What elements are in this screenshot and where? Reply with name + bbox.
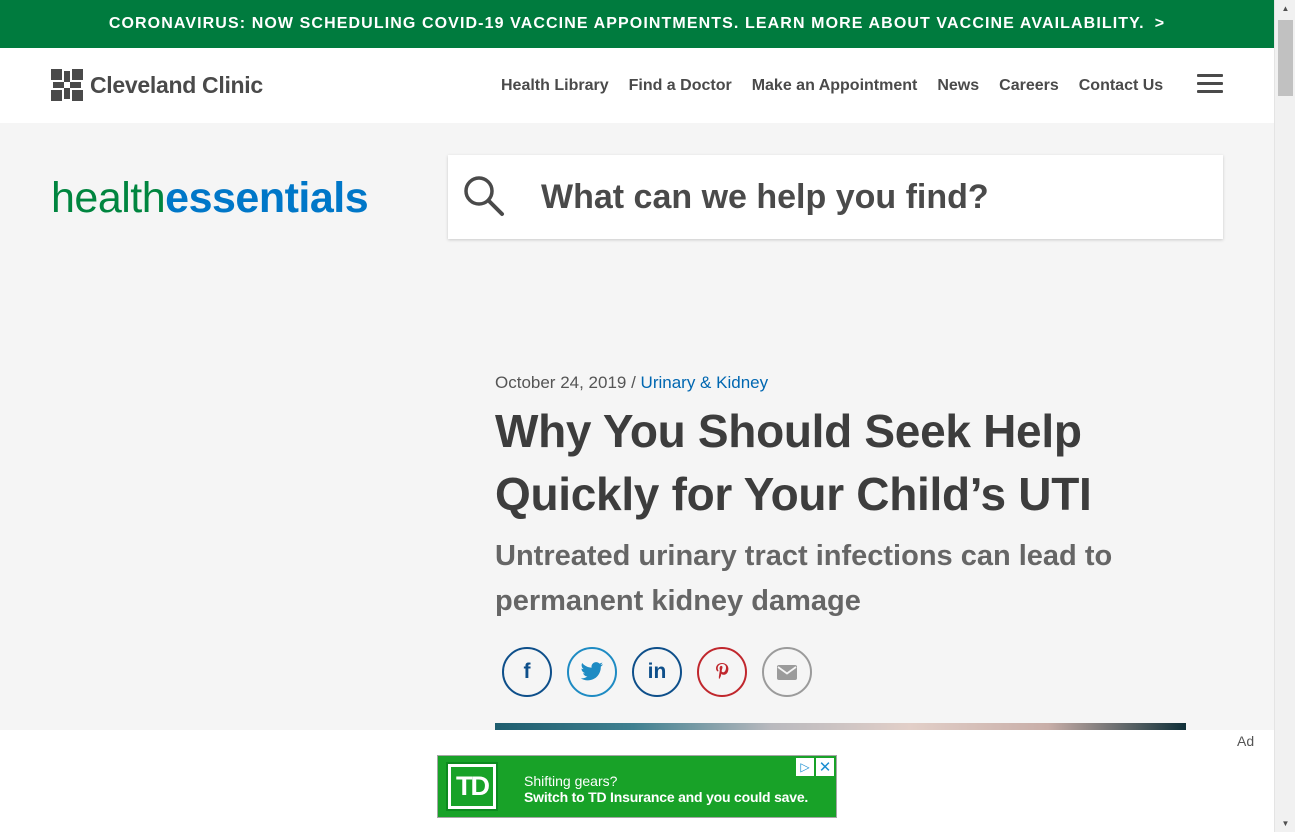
ad-headline: Shifting gears?: [524, 773, 618, 789]
facebook-icon: f: [523, 660, 531, 683]
nav-health-library[interactable]: Health Library: [501, 77, 609, 95]
covid-banner-text[interactable]: CORONAVIRUS: NOW SCHEDULING COVID-19 VAC…: [109, 15, 1145, 33]
nav-careers[interactable]: Careers: [999, 77, 1059, 95]
cleveland-clinic-logo[interactable]: Cleveland Clinic: [51, 69, 263, 101]
share-buttons: f in: [502, 647, 827, 697]
close-icon[interactable]: ✕: [816, 758, 834, 776]
ad-choices-icon[interactable]: ▷: [796, 758, 814, 776]
linkedin-icon: in: [647, 660, 667, 683]
td-logo: TD: [446, 762, 498, 811]
scrollbar-thumb[interactable]: [1278, 20, 1293, 96]
cleveland-clinic-logo-icon: [51, 69, 83, 101]
td-logo-text: TD: [451, 767, 493, 806]
twitter-icon: [580, 662, 603, 681]
scrollbar[interactable]: ▲ ▼: [1274, 0, 1295, 832]
linkedin-share-button[interactable]: in: [632, 647, 682, 697]
email-icon: [777, 664, 797, 680]
email-share-button[interactable]: [762, 647, 812, 697]
twitter-share-button[interactable]: [567, 647, 617, 697]
meta-separator: /: [626, 373, 641, 392]
nav-make-appointment[interactable]: Make an Appointment: [752, 77, 918, 95]
search-icon[interactable]: [463, 175, 505, 222]
ad-body: Switch to TD Insurance and you could sav…: [524, 789, 809, 805]
scroll-up-arrow-icon[interactable]: ▲: [1275, 0, 1295, 17]
nav-contact-us[interactable]: Contact Us: [1079, 77, 1163, 95]
ad-label: Ad: [1237, 733, 1255, 749]
health-essentials-logo[interactable]: healthessentials: [51, 172, 369, 224]
main-nav: Health Library Find a Doctor Make an App…: [501, 48, 1183, 123]
nav-find-a-doctor[interactable]: Find a Doctor: [629, 77, 732, 95]
article-category-link[interactable]: Urinary & Kidney: [641, 373, 769, 392]
article-subtitle: Untreated urinary tract infections can l…: [495, 540, 1113, 617]
hamburger-menu-icon[interactable]: [1197, 74, 1223, 94]
article-date: October 24, 2019: [495, 373, 627, 392]
health-essentials-logo-part2: essentials: [165, 174, 369, 222]
search-input[interactable]: [541, 176, 1201, 218]
article-title: Why You Should Seek Help Quickly for You…: [495, 405, 1092, 520]
scroll-down-arrow-icon[interactable]: ▼: [1275, 815, 1295, 832]
site-header: Cleveland Clinic Health Library Find a D…: [0, 48, 1274, 123]
covid-banner[interactable]: CORONAVIRUS: NOW SCHEDULING COVID-19 VAC…: [0, 0, 1274, 48]
facebook-share-button[interactable]: f: [502, 647, 552, 697]
td-insurance-ad[interactable]: TD Shifting gears? Switch to TD Insuranc…: [437, 755, 837, 818]
health-essentials-logo-part1: health: [51, 174, 166, 222]
nav-news[interactable]: News: [937, 77, 979, 95]
article-meta: October 24, 2019 / Urinary & Kidney: [495, 373, 768, 393]
chevron-right-icon: >: [1154, 15, 1166, 32]
pinterest-icon: [716, 663, 729, 680]
logo-text: Cleveland Clinic: [90, 71, 263, 98]
pinterest-share-button[interactable]: [697, 647, 747, 697]
